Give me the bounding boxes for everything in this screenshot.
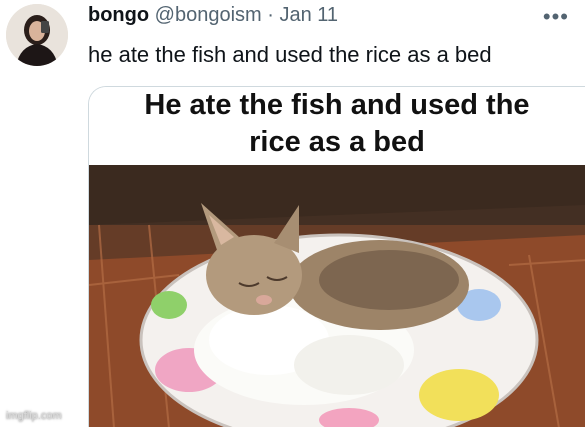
tweet-media[interactable]: He ate the fish and used the rice as a b…	[88, 86, 585, 427]
more-horizontal-icon[interactable]: •••	[543, 4, 569, 30]
imgflip-watermark: imgflip.com	[6, 410, 62, 422]
kitten-on-rice-photo	[89, 165, 585, 427]
user-handle[interactable]: @bongoism	[155, 4, 262, 26]
tweet-date[interactable]: Jan 11	[279, 4, 338, 26]
display-name[interactable]: bongo	[88, 4, 149, 26]
avatar-image	[6, 4, 68, 66]
caption-line-2: rice as a bed	[249, 126, 425, 158]
caption-line-1: He ate the fish and used the	[144, 89, 530, 121]
separator-dot: ·	[267, 4, 274, 26]
meme-caption: He ate the fish and used the rice as a b…	[89, 87, 585, 165]
tweet-text: he ate the fish and used the rice as a b…	[88, 42, 492, 67]
tweet-header: bongo @bongoism · Jan 11	[88, 4, 545, 30]
avatar[interactable]	[6, 4, 68, 66]
